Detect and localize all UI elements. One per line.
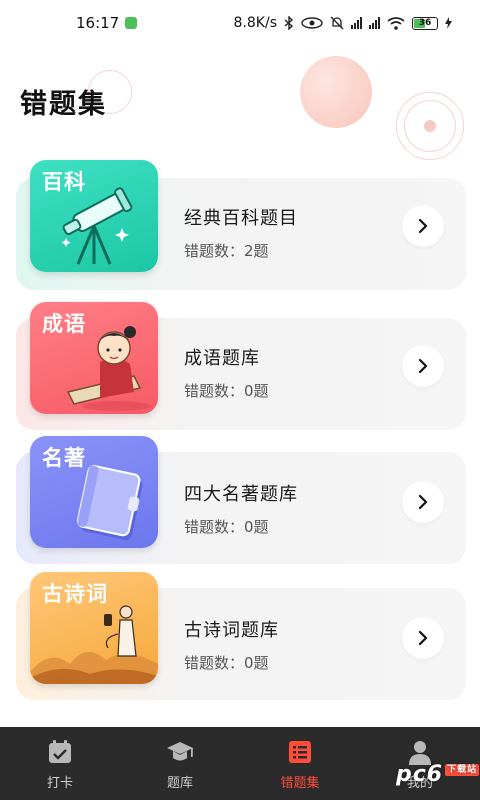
- card-title: 成语题库: [184, 348, 260, 369]
- eye-icon: [301, 17, 323, 29]
- status-bar: 16:17 8.8K/s 36: [0, 0, 480, 46]
- card-thumbnail: 名著: [30, 436, 158, 548]
- list-icon: [289, 741, 311, 763]
- calendar-check-icon: [49, 740, 71, 763]
- arrow-button[interactable]: [402, 205, 444, 247]
- bluetooth-icon: [284, 16, 294, 30]
- chevron-right-icon: [418, 494, 428, 510]
- card-title: 古诗词题库: [184, 620, 279, 641]
- watermark-logo: pc6 下载站: [396, 762, 480, 787]
- status-left: 16:17: [76, 14, 138, 32]
- signal-icon-2: [369, 17, 380, 29]
- card-text: 经典百科题目 错题数：2题: [184, 204, 298, 261]
- card-thumbnail: 古诗词: [30, 572, 158, 684]
- status-time: 16:17: [76, 14, 120, 32]
- wifi-icon: [387, 16, 405, 30]
- decorative-dot: [424, 120, 436, 132]
- chevron-right-icon: [418, 358, 428, 374]
- card-title: 经典百科题目: [184, 208, 298, 229]
- error-count: 错题数：2题: [184, 242, 269, 260]
- thumbnail-label: 百科: [42, 170, 86, 194]
- card-thumbnail: 百科: [30, 160, 158, 272]
- graduation-cap-icon: [167, 742, 193, 761]
- question-bank-card-classics[interactable]: 名著 四大名著题库 错题数：0题: [16, 436, 466, 564]
- thumbnail-label: 成语: [42, 312, 86, 336]
- question-bank-card-idiom[interactable]: 成语 成语题库 错题数：0题: [16, 302, 466, 430]
- thumbnail-label: 古诗词: [42, 582, 108, 606]
- error-count: 错题数：0题: [184, 382, 269, 400]
- chevron-right-icon: [418, 630, 428, 646]
- question-bank-card-encyclopedia[interactable]: 百科 经典百科题目 错题数：2题: [16, 160, 466, 290]
- arrow-button[interactable]: [402, 345, 444, 387]
- error-count: 错题数：0题: [184, 654, 269, 672]
- nav-label: 错题集: [280, 776, 320, 791]
- question-bank-card-poetry[interactable]: 古诗词 古诗词题库 错题数：0题: [16, 572, 466, 700]
- card-text: 四大名著题库 错题数：0题: [184, 480, 298, 537]
- nav-item-checkin[interactable]: 打卡: [0, 727, 120, 800]
- watermark-brand: pc6: [396, 762, 444, 787]
- charging-icon: [445, 17, 452, 29]
- watermark-tag: 下载站: [445, 764, 480, 776]
- page-title: 错题集: [20, 89, 107, 120]
- app-notification-icon: [125, 17, 138, 29]
- net-speed: 8.8K/s: [233, 15, 277, 31]
- battery-icon: 36: [412, 16, 438, 30]
- card-thumbnail: 成语: [30, 302, 158, 414]
- chevron-right-icon: [418, 218, 428, 234]
- status-right: 8.8K/s 36: [234, 15, 452, 31]
- error-count: 错题数：0题: [184, 518, 269, 536]
- nav-item-mistakes[interactable]: 错题集: [240, 727, 360, 800]
- nav-label: 打卡: [46, 776, 73, 791]
- arrow-button[interactable]: [402, 617, 444, 659]
- card-text: 成语题库 错题数：0题: [184, 344, 269, 401]
- nav-label: 题库: [166, 776, 193, 791]
- thumbnail-label: 名著: [42, 446, 86, 470]
- signal-icon: [351, 17, 362, 29]
- card-title: 四大名著题库: [184, 484, 298, 505]
- mute-bell-icon: [330, 16, 344, 30]
- arrow-button[interactable]: [402, 481, 444, 523]
- card-text: 古诗词题库 错题数：0题: [184, 616, 279, 673]
- nav-item-question-bank[interactable]: 题库: [120, 727, 240, 800]
- decorative-circle: [300, 56, 372, 128]
